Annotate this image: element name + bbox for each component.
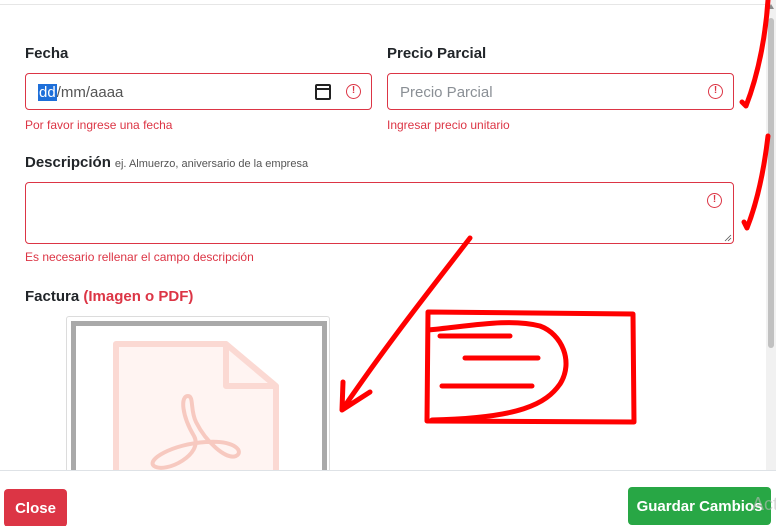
fecha-rest-segment[interactable]: /mm/aaaa — [57, 84, 124, 101]
descripcion-textarea[interactable] — [25, 182, 734, 244]
calendar-icon[interactable] — [315, 84, 331, 100]
fecha-input[interactable]: dd/mm/aaaa ! — [25, 73, 372, 110]
precio-parcial-error: Ingresar precio unitario — [387, 118, 510, 132]
pdf-file-icon — [113, 341, 279, 473]
fecha-value: dd/mm/aaaa — [38, 84, 123, 101]
precio-parcial-placeholder: Precio Parcial — [400, 84, 493, 101]
factura-label-row: Factura (Imagen o PDF) — [25, 288, 193, 305]
factura-preview-frame — [71, 321, 327, 473]
top-divider — [0, 4, 766, 5]
annotation-box — [424, 309, 637, 425]
fecha-day-segment[interactable]: dd — [38, 84, 57, 101]
factura-label-note: (Imagen o PDF) — [83, 288, 194, 305]
scrollbar[interactable] — [766, 0, 776, 470]
error-icon: ! — [346, 84, 361, 99]
close-button[interactable]: Close — [4, 489, 67, 526]
precio-parcial-input[interactable]: Precio Parcial ! — [387, 73, 734, 110]
precio-parcial-label: Precio Parcial — [387, 45, 487, 62]
annotation-stroke-mid-right — [741, 133, 771, 231]
error-icon: ! — [707, 193, 722, 208]
factura-preview[interactable] — [66, 316, 330, 476]
descripcion-label-row: Descripción ej. Almuerzo, aniversario de … — [25, 154, 308, 171]
annotation-bracket — [425, 320, 569, 423]
scroll-up-icon[interactable] — [768, 4, 774, 9]
error-icon: ! — [708, 84, 723, 99]
annotation-stroke-top-right — [739, 0, 771, 109]
save-changes-button[interactable]: Guardar Cambios — [628, 487, 771, 525]
activation-watermark: Act — [752, 494, 776, 514]
fecha-error: Por favor ingrese una fecha — [25, 118, 173, 132]
resize-grip-icon[interactable] — [724, 234, 732, 242]
descripcion-error: Es necesario rellenar el campo descripci… — [25, 250, 254, 264]
modal-footer: Close Guardar Cambios Act — [0, 470, 776, 526]
descripcion-label: Descripción — [25, 154, 111, 171]
descripcion-hint: ej. Almuerzo, aniversario de la empresa — [114, 158, 309, 170]
factura-label: Factura — [25, 288, 80, 305]
scrollbar-thumb[interactable] — [768, 18, 774, 348]
fecha-label: Fecha — [25, 45, 69, 62]
annotation-arrow — [339, 235, 473, 413]
